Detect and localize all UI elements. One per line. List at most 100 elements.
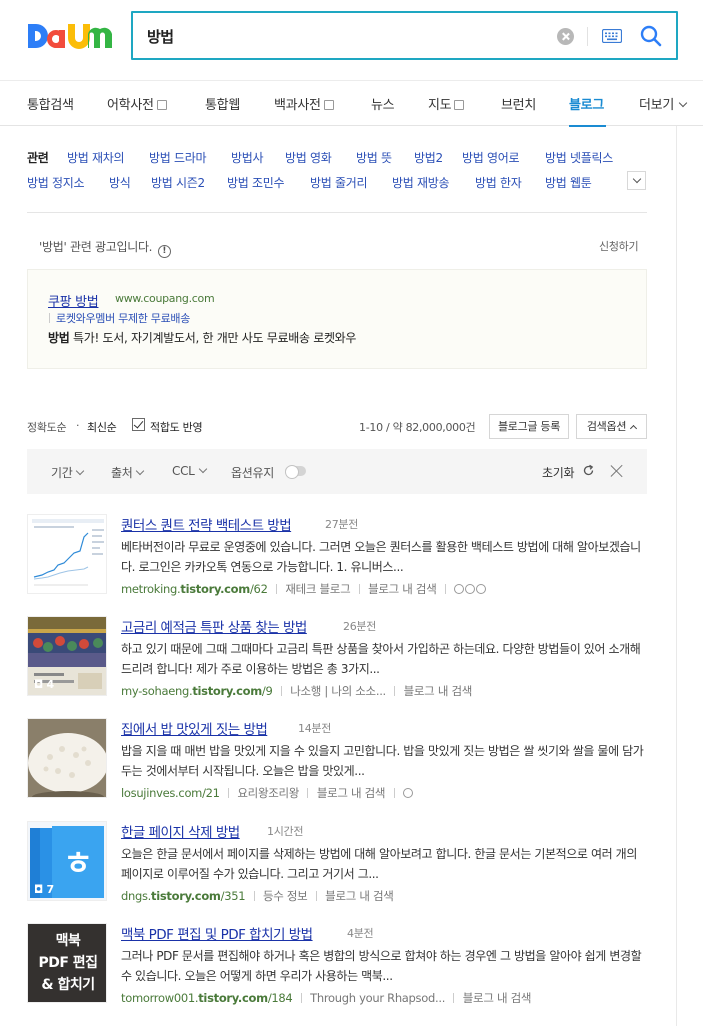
tab-web[interactable]: 통합웹: [205, 94, 240, 127]
separator: [394, 686, 396, 696]
chevron-up-icon: [630, 424, 638, 433]
search-options-button[interactable]: 검색옵션: [576, 414, 647, 439]
related-link[interactable]: 방법 시즌2: [151, 174, 205, 191]
thumbnail-caption: 맥북 PDF 편집 & 합치기: [38, 933, 98, 993]
ad-sub-link[interactable]: 로켓와우멤버 무제한 무료배송: [49, 310, 190, 326]
filter-ccl[interactable]: CCL: [172, 464, 207, 478]
filter-period[interactable]: 기간: [51, 464, 85, 481]
related-link[interactable]: 방법 뜻: [356, 149, 392, 166]
sort-accuracy[interactable]: 정확도순: [27, 419, 67, 435]
reset-button[interactable]: 초기화: [542, 464, 575, 481]
blog-search-link[interactable]: 블로그 내 검색: [463, 991, 532, 1005]
blog-name-link[interactable]: 등수 정보: [263, 889, 308, 903]
related-link[interactable]: 방법2: [414, 149, 443, 166]
result-time: 26분전: [343, 620, 377, 633]
reflect-checkbox[interactable]: [132, 418, 145, 431]
result-meta: tomorrow001.tistory.com/184 Through your…: [121, 990, 531, 1006]
tab-dictionary[interactable]: 어학사전: [107, 94, 167, 127]
related-link[interactable]: 방법 드라마: [149, 149, 207, 166]
chevron-down-icon: [136, 466, 145, 476]
related-expand-button[interactable]: [627, 171, 646, 190]
result-thumbnail[interactable]: 맥북 PDF 편집 & 합치기: [27, 923, 107, 1003]
related-link[interactable]: 방법 재방송: [392, 174, 450, 191]
result-title-link[interactable]: 퀀터스 퀀트 전략 백테스트 방법: [121, 514, 292, 534]
result-meta: metroking.tistory.com/62 재테크 블로그 블로그 내 검…: [121, 581, 487, 597]
result-thumbnail[interactable]: ㅎ ◘ 7: [27, 821, 107, 901]
blog-name-link[interactable]: 나소행 | 나의 소소...: [290, 684, 386, 698]
ad-apply-link[interactable]: 신청하기: [599, 238, 639, 254]
result-thumbnail[interactable]: [27, 718, 107, 798]
keep-options-toggle[interactable]: [285, 465, 306, 479]
result-url[interactable]: tomorrow001.tistory.com/184: [121, 991, 293, 1005]
sort-row: 정확도순 · 최신순 적합도 반영 1-10 / 약 82,000,000건 블…: [27, 414, 647, 440]
blog-search-link[interactable]: 블로그 내 검색: [325, 889, 394, 903]
tab-encyclopedia[interactable]: 백과사전: [274, 94, 334, 127]
related-link[interactable]: 방법 영화: [285, 149, 332, 166]
header: [0, 0, 703, 80]
blog-search-link[interactable]: 블로그 내 검색: [368, 582, 437, 596]
close-icon[interactable]: [610, 464, 624, 478]
result-description: 베타버전이라 무료로 운영중에 있습니다. 그러면 오늘은 퀀터스를 활용한 백…: [121, 540, 641, 574]
blog-name-link[interactable]: 요리왕조리왕: [237, 786, 299, 800]
sort-latest[interactable]: 최신순: [87, 419, 117, 435]
register-blog-button[interactable]: 블로그글 등록: [489, 414, 569, 439]
result-time: 14분전: [298, 722, 332, 735]
dot-separator: ·: [76, 419, 80, 432]
tab-checkbox[interactable]: [454, 100, 465, 110]
reflect-label[interactable]: 적합도 반영: [150, 419, 203, 435]
search-icon[interactable]: [639, 24, 663, 48]
related-link[interactable]: 방법 정지소: [27, 174, 85, 191]
ccl-by-icon: [402, 788, 413, 798]
search-input[interactable]: [147, 23, 547, 49]
tab-news[interactable]: 뉴스: [371, 94, 395, 127]
result-thumbnail[interactable]: ◘ 4: [27, 616, 107, 696]
divider: [587, 27, 588, 46]
result-url[interactable]: metroking.tistory.com/62: [121, 582, 268, 596]
related-link[interactable]: 방법 줄거리: [310, 174, 368, 191]
result-title-link[interactable]: 집에서 밥 맛있게 짓는 방법: [121, 718, 268, 738]
tab-integrated[interactable]: 통합검색: [27, 94, 74, 127]
info-icon[interactable]: !: [157, 245, 171, 258]
keyboard-icon[interactable]: [601, 28, 623, 44]
tab-brunch[interactable]: 브런치: [501, 94, 536, 127]
blog-name-link[interactable]: 재테크 블로그: [285, 582, 350, 596]
divider: [27, 212, 647, 213]
refresh-icon[interactable]: [582, 464, 595, 477]
result-title-link[interactable]: 맥북 PDF 편집 및 PDF 합치기 방법: [121, 923, 313, 943]
related-link[interactable]: 방법 영어로: [462, 149, 520, 166]
blog-name-link[interactable]: Through your Rhapsod...: [310, 991, 445, 1005]
related-link[interactable]: 방법사: [231, 149, 264, 166]
ad-title-link[interactable]: 쿠팡 방법: [48, 291, 99, 310]
related-link[interactable]: 방법 조민수: [227, 174, 285, 191]
blog-search-link[interactable]: 블로그 내 검색: [404, 684, 473, 698]
result-url[interactable]: dngs.tistory.com/351: [121, 889, 246, 903]
separator: [444, 584, 446, 594]
separator: [453, 993, 455, 1003]
result-url[interactable]: my-sohaeng.tistory.com/9: [121, 684, 273, 698]
result-url[interactable]: losujinves.com/21: [121, 786, 220, 800]
blog-search-link[interactable]: 블로그 내 검색: [317, 786, 386, 800]
tab-checkbox[interactable]: [156, 100, 167, 110]
result-thumbnail[interactable]: [27, 514, 107, 594]
tab-map[interactable]: 지도: [428, 94, 465, 127]
related-link[interactable]: 방법 웹툰: [545, 174, 592, 191]
tab-more[interactable]: 더보기: [639, 94, 688, 127]
related-link[interactable]: 방법 재차의: [67, 149, 125, 166]
tab-blog[interactable]: 블로그: [569, 94, 606, 127]
related-link[interactable]: 방법 넷플릭스: [545, 149, 613, 166]
related-link[interactable]: 방법 한자: [475, 174, 522, 191]
ad-description: 방법 특가! 도서, 자기계발도서, 한 개만 사도 무료배송 로켓와우: [48, 331, 357, 345]
tab-checkbox[interactable]: [323, 100, 334, 110]
result-item: 집에서 밥 맛있게 짓는 방법 14분전 밥을 지을 때 매번 밥을 맛있게 지…: [27, 718, 647, 808]
filter-source[interactable]: 출처: [111, 464, 145, 481]
result-description: 그러나 PDF 문서를 편집해야 하거나 혹은 병합의 방식으로 합쳐야 하는 …: [121, 949, 642, 983]
ad-url: www.coupang.com: [115, 292, 215, 305]
result-title-link[interactable]: 한글 페이지 삭제 방법: [121, 821, 240, 841]
related-link[interactable]: 방식: [109, 174, 131, 191]
result-title-link[interactable]: 고금리 예적금 특판 상품 찾는 방법: [121, 616, 307, 636]
result-item: ◘ 4 고금리 예적금 특판 상품 찾는 방법 26분전 하고 있기 때문에 그…: [27, 616, 647, 706]
result-description: 오늘은 한글 문서에서 페이지를 삭제하는 방법에 대해 알아보려고 합니다. …: [121, 847, 637, 881]
daum-logo[interactable]: [26, 20, 112, 52]
separator: [315, 891, 317, 901]
clear-icon[interactable]: [557, 28, 574, 45]
